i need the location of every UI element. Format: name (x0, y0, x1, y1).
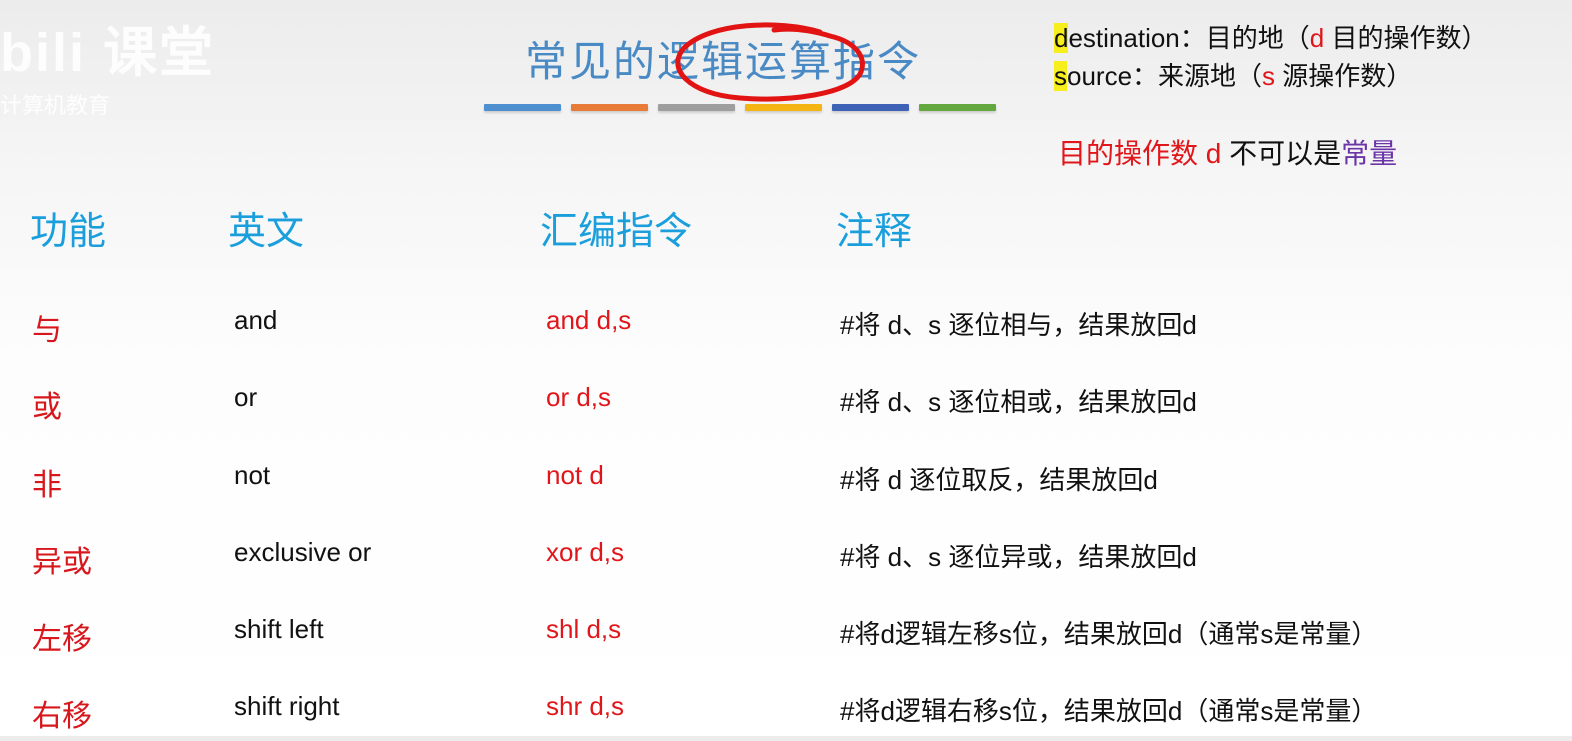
source-tail: 源操作数） (1275, 61, 1413, 91)
red-circle-annotation (675, 22, 865, 102)
watermark-subtitle: 计算机教育 (0, 93, 111, 118)
destination-note: destination：目的地（d 目的操作数） (1054, 18, 1487, 55)
destination-text: estination：目的地（ (1068, 23, 1310, 53)
rule-black-text: 不可以是 (1221, 138, 1342, 169)
source-note: source：来源地（s 源操作数） (1054, 56, 1412, 93)
header-function: 功能 (30, 211, 107, 253)
row-english: shift right (234, 691, 340, 721)
row-comment: #将 d、s 逐位异或，结果放回d (840, 542, 1197, 572)
row-comment: #将 d、s 逐位相或，结果放回d (840, 387, 1197, 417)
table-row: 异或 exclusive or xor d,s #将 d、s 逐位异或，结果放回… (0, 537, 1572, 587)
rule-red-text: 目的操作数 d (1058, 138, 1222, 169)
source-highlight: s (1054, 61, 1067, 91)
header-comment: 注释 (836, 211, 913, 253)
color-bar (745, 104, 822, 111)
header-english: 英文 (228, 211, 305, 253)
row-assembly: or d,s (546, 382, 612, 412)
row-assembly: and d,s (546, 305, 632, 335)
row-function: 右移 (32, 700, 92, 733)
row-function: 左移 (32, 623, 92, 656)
row-comment: #将d逻辑左移s位，结果放回d（通常s是常量） (840, 619, 1378, 649)
row-assembly: xor d,s (546, 537, 625, 567)
table-row: 非 not not d #将 d 逐位取反，结果放回d (0, 460, 1572, 510)
watermark-logo: bili 课堂 (0, 23, 215, 83)
table-row: 与 and and d,s #将 d、s 逐位相与，结果放回d (0, 305, 1572, 355)
color-bar (658, 104, 735, 111)
destination-highlight: d (1054, 23, 1069, 53)
row-comment: #将 d 逐位取反，结果放回d (840, 465, 1158, 495)
destination-letter: d (1309, 23, 1325, 53)
row-function: 或 (32, 391, 62, 424)
row-english: exclusive or (234, 537, 372, 567)
row-comment: #将 d、s 逐位相与，结果放回d (840, 310, 1197, 340)
color-bar (832, 104, 909, 111)
source-text: ource：来源地（ (1067, 61, 1263, 91)
row-english: or (234, 382, 258, 412)
table-row: 左移 shift left shl d,s #将d逻辑左移s位，结果放回d（通常… (0, 614, 1572, 664)
row-function: 非 (32, 469, 62, 502)
row-comment: #将d逻辑右移s位，结果放回d（通常s是常量） (840, 696, 1378, 726)
destination-tail: 目的操作数） (1324, 23, 1488, 53)
constant-rule-note: 目的操作数 d 不可以是常量 (1058, 132, 1397, 172)
row-assembly: shr d,s (546, 691, 625, 721)
header-assembly: 汇编指令 (540, 211, 693, 253)
table-row: 右移 shift right shr d,s #将d逻辑右移s位，结果放回d（通… (0, 691, 1572, 741)
row-assembly: not d (546, 460, 604, 490)
row-function: 异或 (32, 546, 92, 579)
row-english: not (234, 460, 271, 490)
color-bar (571, 104, 648, 111)
color-bar (484, 104, 561, 111)
title-color-bars (484, 104, 996, 111)
color-bar (919, 104, 996, 111)
row-english: shift left (234, 614, 324, 644)
source-letter: s (1262, 61, 1276, 91)
rule-purple-text: 常量 (1341, 138, 1398, 169)
table-row: 或 or or d,s #将 d、s 逐位相或，结果放回d (0, 382, 1572, 432)
row-function: 与 (32, 314, 62, 347)
row-assembly: shl d,s (546, 614, 622, 644)
row-english: and (234, 305, 278, 335)
